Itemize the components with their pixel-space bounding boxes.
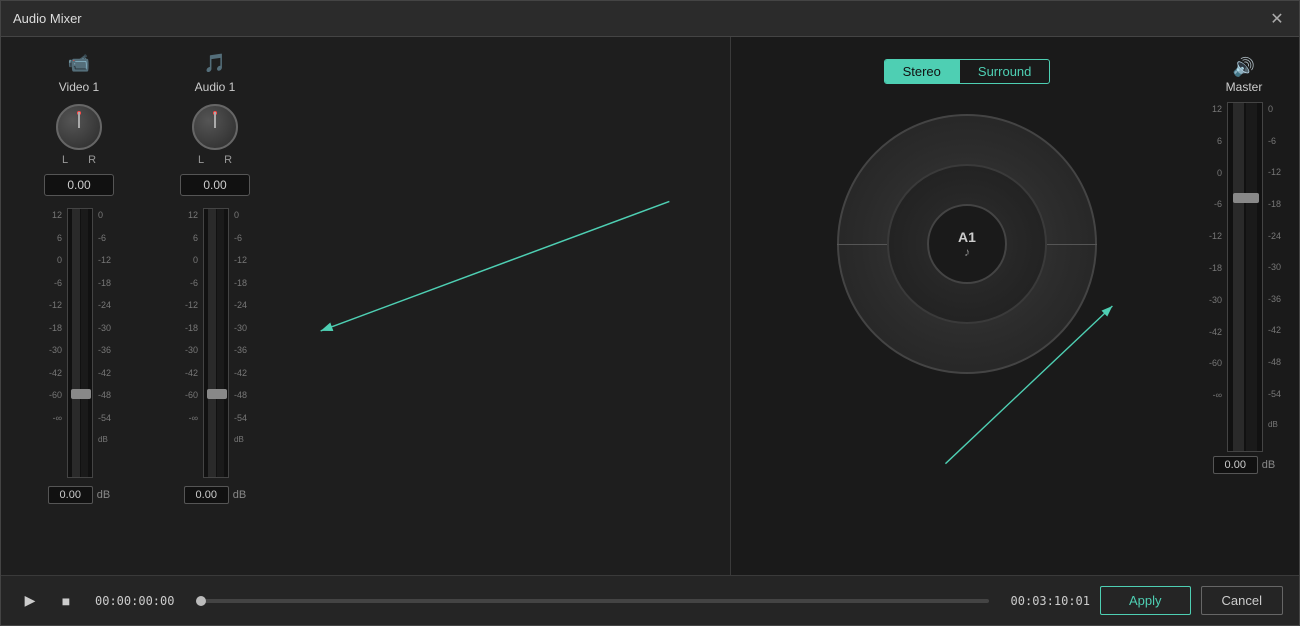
video1-value[interactable]: 0.00 xyxy=(44,174,114,196)
audio1-scale-left: 12 6 0 -6 -12 -18 -30 -42 -60 -∞ xyxy=(177,208,201,435)
l-label-2: L xyxy=(198,154,204,166)
video1-db-value[interactable]: 0.00 xyxy=(48,486,93,504)
video1-fader-handle[interactable] xyxy=(71,389,91,399)
master-fader-handle[interactable] xyxy=(1233,193,1259,203)
time-start: 00:00:00:00 xyxy=(95,594,174,608)
knob-indicator-2 xyxy=(214,112,216,128)
apply-button[interactable]: Apply xyxy=(1100,586,1191,615)
audio-node-icon: ♪ xyxy=(964,245,970,259)
channels-area: 📹 Video 1 L R 0.00 xyxy=(21,53,710,504)
l-label: L xyxy=(62,154,68,166)
master-db-unit: dB xyxy=(1262,459,1275,471)
master-scale-left: 12 6 0 -6 -12 -18 -30 -42 -60 -∞ xyxy=(1201,102,1225,452)
lr-labels-2: L R xyxy=(198,154,232,166)
video1-knob[interactable] xyxy=(56,104,102,150)
lr-labels: L R xyxy=(62,154,96,166)
master-section: 🔊 Master 12 6 0 -6 -12 -18 -30 -42 -60 -… xyxy=(1191,49,1287,563)
main-content: 📹 Video 1 L R 0.00 xyxy=(1,37,1299,575)
audio1-channel: 🎵 Audio 1 L R 0.00 xyxy=(177,53,253,504)
audio1-fader-track[interactable] xyxy=(203,208,229,478)
audio-node-label: A1 xyxy=(958,229,976,245)
audio-icon: 🎵 xyxy=(204,53,226,74)
audio1-db-bottom: 0.00 dB xyxy=(184,486,246,504)
video-icon: 📹 xyxy=(68,53,90,74)
progress-thumb[interactable] xyxy=(196,596,206,606)
title-bar: Audio Mixer ✕ xyxy=(1,1,1299,37)
progress-bar-container[interactable] xyxy=(196,599,988,603)
audio1-label: Audio 1 xyxy=(195,80,236,94)
video1-db-unit: dB xyxy=(97,489,110,501)
surround-section: Stereo Surround A1 ♪ xyxy=(743,49,1191,563)
audio-mixer-window: Audio Mixer ✕ 📹 Video 1 L xyxy=(0,0,1300,626)
bottom-bar: ▶ ■ 00:00:00:00 00:03:10:01 Apply Cancel xyxy=(1,575,1299,625)
master-fader-track[interactable] xyxy=(1227,102,1263,452)
video1-channel: 📹 Video 1 L R 0.00 xyxy=(41,53,117,504)
r-label: R xyxy=(88,154,96,166)
audio1-scale-right: 0 -6 -12 -18 -24 -30 -36 -42 -48 -54 dB xyxy=(231,208,253,458)
audio1-knob[interactable] xyxy=(192,104,238,150)
master-db-bottom: 0.00 dB xyxy=(1213,456,1275,474)
master-db-value[interactable]: 0.00 xyxy=(1213,456,1258,474)
circle-center[interactable]: A1 ♪ xyxy=(927,204,1007,284)
stop-button[interactable]: ■ xyxy=(53,588,79,614)
video1-fader-section: 12 6 0 -6 -12 -18 -30 -42 -60 -∞ xyxy=(41,208,117,478)
video1-label: Video 1 xyxy=(59,80,99,94)
r-label-2: R xyxy=(224,154,232,166)
video1-fader-track[interactable] xyxy=(67,208,93,478)
master-icon: 🔊 xyxy=(1233,57,1255,78)
surround-circle: A1 ♪ xyxy=(837,114,1097,374)
master-scale-right: 0 -6 -12 -18 -24 -30 -36 -42 -48 -54 dB xyxy=(1265,102,1287,452)
audio1-db-value[interactable]: 0.00 xyxy=(184,486,229,504)
window-title: Audio Mixer xyxy=(13,11,82,26)
play-button[interactable]: ▶ xyxy=(17,588,43,614)
close-button[interactable]: ✕ xyxy=(1267,9,1287,29)
master-fader-area: 12 6 0 -6 -12 -18 -30 -42 -60 -∞ xyxy=(1201,102,1287,452)
stereo-surround-toggle: Stereo Surround xyxy=(884,59,1051,84)
left-panel: 📹 Video 1 L R 0.00 xyxy=(1,37,731,575)
knob-indicator xyxy=(78,112,80,128)
progress-track[interactable] xyxy=(196,599,988,603)
video1-scale-right: 0 -6 -12 -18 -24 -30 -36 -42 -48 -54 dB xyxy=(95,208,117,458)
surround-button[interactable]: Surround xyxy=(960,60,1049,83)
video1-knob-container: L R xyxy=(56,104,102,166)
audio1-fader-section: 12 6 0 -6 -12 -18 -30 -42 -60 -∞ xyxy=(177,208,253,478)
video1-db-bottom: 0.00 dB xyxy=(48,486,110,504)
audio1-db-unit: dB xyxy=(233,489,246,501)
audio1-knob-container: L R xyxy=(192,104,238,166)
video1-scale-left: 12 6 0 -6 -12 -18 -30 -42 -60 -∞ xyxy=(41,208,65,435)
cancel-button[interactable]: Cancel xyxy=(1201,586,1283,615)
audio1-fader-handle[interactable] xyxy=(207,389,227,399)
right-panel: Stereo Surround A1 ♪ xyxy=(731,37,1299,575)
stereo-button[interactable]: Stereo xyxy=(885,60,959,83)
audio1-value[interactable]: 0.00 xyxy=(180,174,250,196)
time-end: 00:03:10:01 xyxy=(1011,594,1090,608)
master-label: Master xyxy=(1226,80,1263,94)
